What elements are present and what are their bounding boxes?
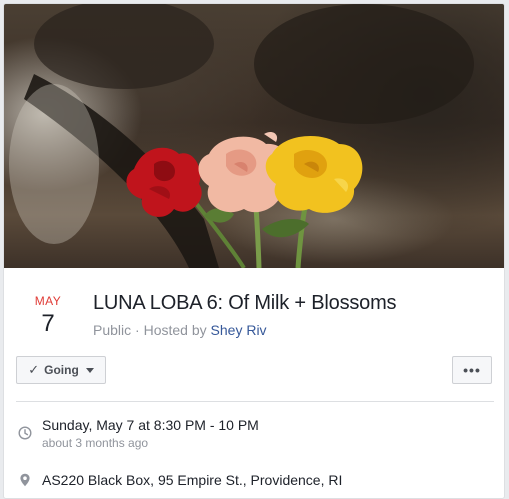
event-location: AS220 Black Box, 95 Empire St., Providen… [42, 472, 343, 488]
divider [16, 401, 494, 402]
caret-down-icon [85, 367, 94, 373]
event-title-area: LUNA LOBA 6: Of Milk + Blossoms Public ·… [93, 290, 493, 338]
event-relative-time: about 3 months ago [42, 436, 149, 450]
map-pin-icon [20, 473, 30, 487]
event-month: MAY [34, 294, 62, 308]
event-day: 7 [41, 310, 55, 337]
checkmark-icon: ✓ [28, 362, 40, 377]
event-date-badge: MAY 7 [26, 294, 70, 338]
event-meta: Public · Hosted by Shey Riv [93, 322, 493, 338]
yellow-rose [265, 135, 363, 213]
more-options-button[interactable]: ••• [452, 356, 492, 384]
event-card: MAY 7 LUNA LOBA 6: Of Milk + Blossoms Pu… [3, 3, 505, 499]
event-privacy: Public [93, 322, 132, 338]
cover-photo[interactable] [4, 4, 504, 268]
host-link[interactable]: Shey Riv [211, 322, 267, 338]
more-dots-icon: ••• [463, 362, 481, 378]
event-title[interactable]: LUNA LOBA 6: Of Milk + Blossoms [93, 290, 493, 316]
going-label: Going [44, 363, 79, 377]
clock-icon [18, 426, 32, 440]
event-datetime: Sunday, May 7 at 8:30 PM - 10 PM [42, 417, 259, 433]
meta-separator: · [135, 322, 144, 338]
going-button[interactable]: ✓ Going [16, 356, 106, 384]
cover-photo-image [9, 4, 474, 268]
hosted-by-label: Hosted by [143, 322, 207, 338]
